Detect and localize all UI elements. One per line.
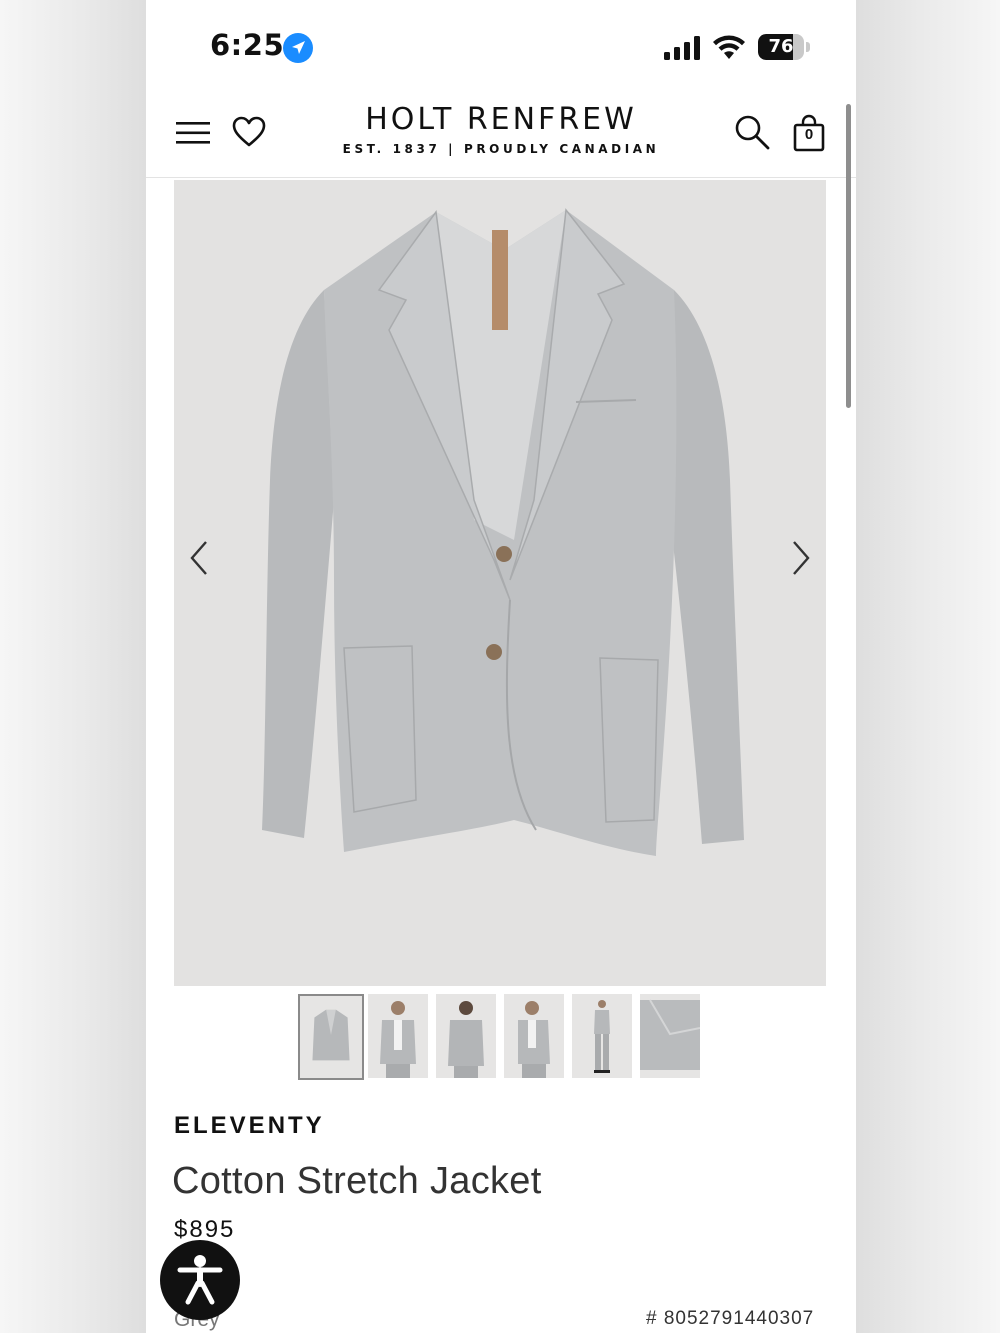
search-icon[interactable] <box>734 114 770 150</box>
accessibility-icon <box>177 1255 223 1305</box>
battery-cap <box>806 42 810 52</box>
thumbnail-3[interactable] <box>436 994 496 1078</box>
scrollbar[interactable] <box>846 104 851 408</box>
product-image[interactable] <box>174 180 826 986</box>
status-time: 6:25 <box>210 28 285 62</box>
accessibility-button[interactable] <box>160 1240 240 1320</box>
thumbnail-2[interactable] <box>368 994 428 1078</box>
thumbnail-5[interactable] <box>572 994 632 1078</box>
cellular-signal-icon <box>664 36 700 60</box>
phone-screen: 6:25 76 HOLT RENFREW EST. 1837 | PROUDLY… <box>146 0 856 1333</box>
heart-icon[interactable] <box>232 116 266 148</box>
brand-tagline: EST. 1837 | PROUDLY CANADIAN <box>342 142 660 156</box>
status-bar: 6:25 76 <box>146 0 856 92</box>
bag-count: 0 <box>804 126 814 143</box>
battery-icon: 76 <box>758 34 804 60</box>
thumbnail-4[interactable] <box>504 994 564 1078</box>
site-header: HOLT RENFREW EST. 1837 | PROUDLY CANADIA… <box>146 92 856 178</box>
chevron-right-icon[interactable] <box>786 538 816 578</box>
thumbnail-6[interactable] <box>640 994 700 1078</box>
background-right <box>856 0 1000 1333</box>
hamburger-menu-icon[interactable] <box>176 120 210 146</box>
battery-level: 76 <box>768 36 794 57</box>
background-left <box>0 0 146 1333</box>
location-arrow-icon <box>283 33 313 63</box>
thumbnail-1[interactable] <box>298 994 364 1080</box>
jacket-image <box>262 208 744 856</box>
product-brand[interactable]: ELEVENTY <box>174 1112 325 1140</box>
brand-logo[interactable]: HOLT RENFREW <box>326 102 676 137</box>
wifi-icon <box>713 35 745 59</box>
product-name: Cotton Stretch Jacket <box>172 1160 542 1202</box>
product-sku: # 8052791440307 <box>646 1308 815 1329</box>
chevron-left-icon[interactable] <box>184 538 214 578</box>
